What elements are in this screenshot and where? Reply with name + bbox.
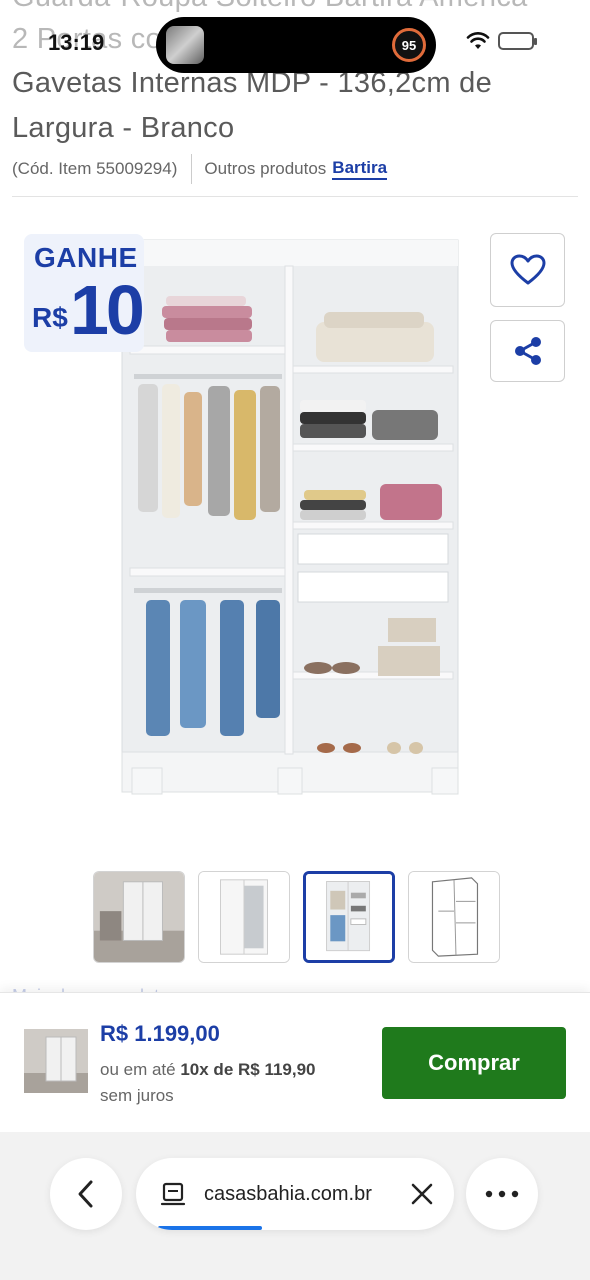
meta-separator xyxy=(191,154,193,184)
share-icon xyxy=(514,337,541,365)
dynamic-island[interactable]: 95 xyxy=(156,17,436,73)
divider xyxy=(12,196,578,197)
page-load-progress xyxy=(158,1226,262,1230)
share-button[interactable] xyxy=(490,320,565,382)
installment-prefix: ou em até xyxy=(100,1060,176,1079)
status-time: 13:19 xyxy=(48,30,105,55)
promo-badge-amount: 10 xyxy=(70,271,145,349)
back-button[interactable] xyxy=(50,1158,122,1230)
installment-suffix: sem juros xyxy=(100,1086,174,1105)
more-button[interactable] xyxy=(466,1158,538,1230)
installment-value: 10x de R$ 119,90 xyxy=(180,1060,316,1079)
mirror-front-image xyxy=(199,872,289,962)
buy-bar: R$ 1.199,00 ou em até 10x de R$ 119,90 s… xyxy=(0,992,590,1132)
reader-icon xyxy=(160,1182,186,1206)
interior-image xyxy=(306,874,392,960)
product-image[interactable] xyxy=(110,232,470,812)
item-code: (Cód. Item 55009294) xyxy=(12,159,178,178)
promo-badge: GANHE R$ 10 xyxy=(24,234,145,352)
buy-bar-product-thumb xyxy=(24,1029,88,1093)
product-meta: (Cód. Item 55009294) Outros produtos Bar… xyxy=(12,154,388,184)
url-text: casasbahia.com.br xyxy=(204,1183,372,1205)
favorite-button[interactable] xyxy=(490,233,565,307)
thumb-room-photo[interactable] xyxy=(93,871,185,963)
title-line-4: Largura - Branco xyxy=(12,112,235,144)
price: R$ 1.199,00 xyxy=(100,1021,220,1046)
thumb-technical-drawing[interactable] xyxy=(408,871,500,963)
promo-badge-currency: R$ xyxy=(32,302,68,333)
heart-icon xyxy=(510,254,545,285)
island-thumbnail xyxy=(166,26,204,64)
other-products-label: Outros produtos xyxy=(204,159,327,178)
more-icon xyxy=(485,1190,519,1198)
buy-button[interactable]: Comprar xyxy=(382,1027,566,1099)
island-activity-badge: 95 xyxy=(392,28,426,62)
installment-info: ou em até 10x de R$ 119,90 sem juros xyxy=(100,1057,316,1109)
room-photo-image xyxy=(94,872,184,962)
thumb-mirror-front[interactable] xyxy=(198,871,290,963)
address-bar[interactable]: casasbahia.com.br xyxy=(136,1158,454,1230)
thumb-interior[interactable] xyxy=(303,871,395,963)
status-icons xyxy=(466,32,537,50)
close-icon[interactable] xyxy=(410,1182,434,1206)
chevron-left-icon xyxy=(78,1180,93,1208)
wifi-icon xyxy=(466,32,490,49)
brand-link[interactable]: Bartira xyxy=(332,158,388,180)
browser-toolbar: casasbahia.com.br xyxy=(0,1132,590,1280)
technical-drawing-image xyxy=(409,872,499,962)
battery-icon xyxy=(498,32,537,50)
